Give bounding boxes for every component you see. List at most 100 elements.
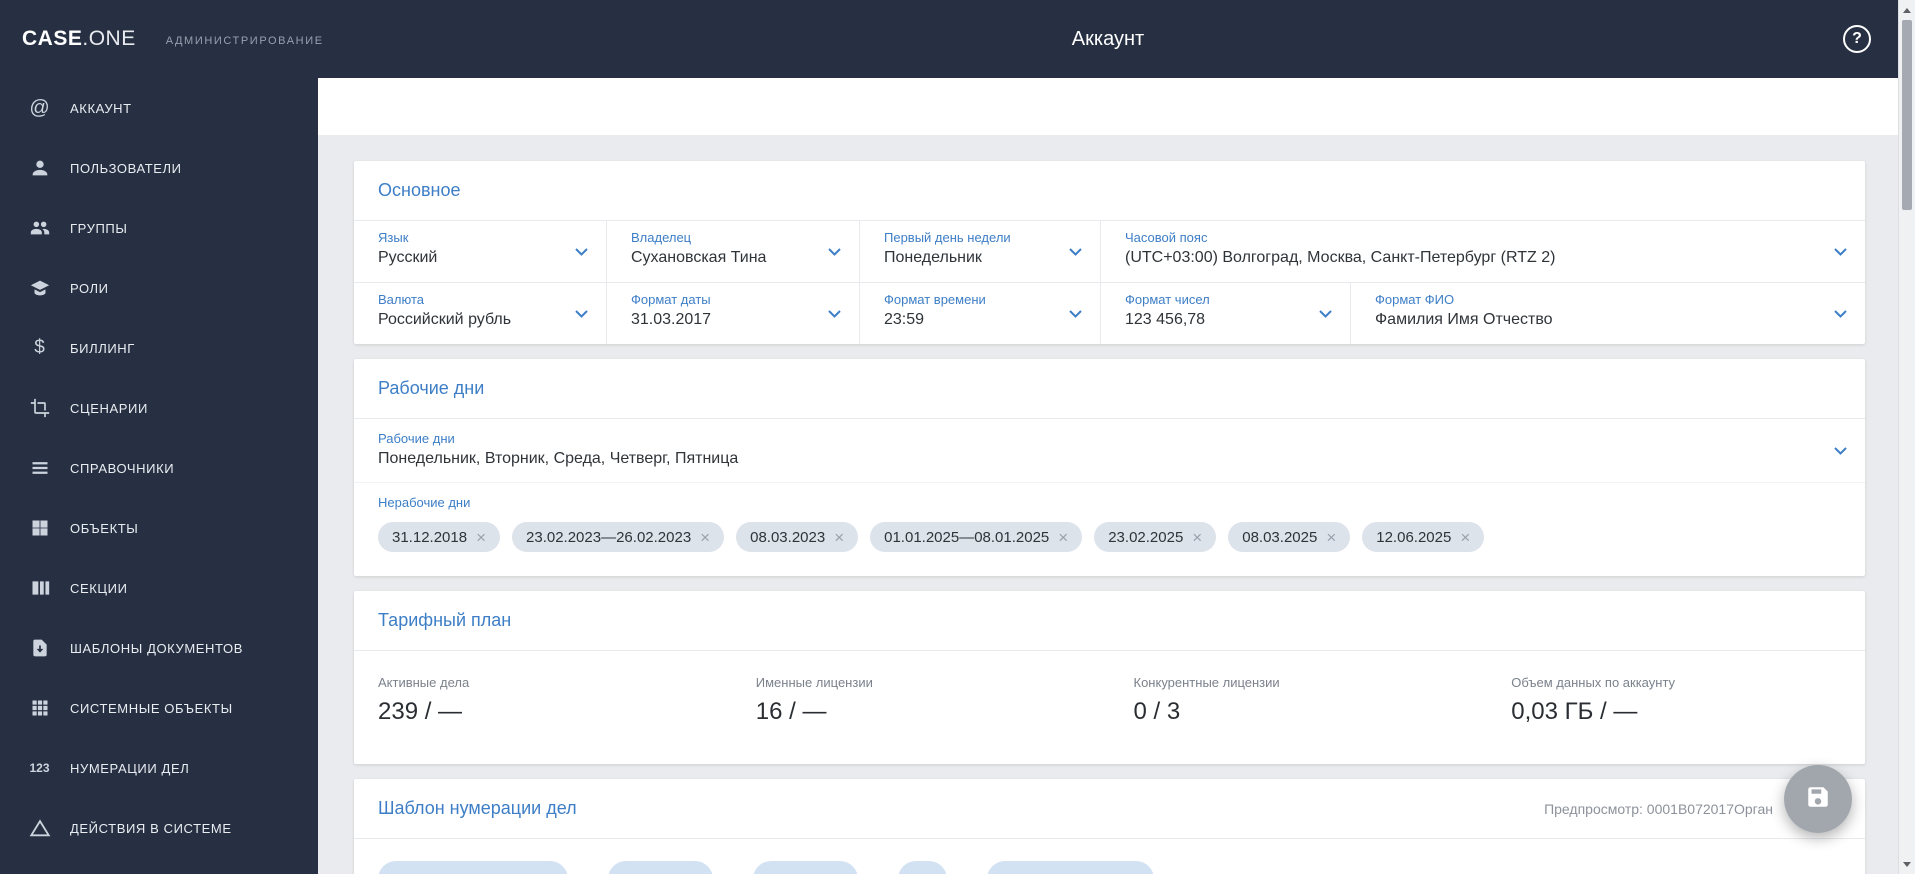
- currency-select[interactable]: Валюта Российский рубль: [354, 283, 607, 344]
- sidebar-item-sections[interactable]: СЕКЦИИ: [0, 558, 318, 618]
- field-label: Рабочие дни: [378, 431, 455, 446]
- chip-label: 31.12.2018: [392, 528, 468, 546]
- chevron-down-icon: [1069, 305, 1082, 323]
- sidebar-item-objects[interactable]: ОБЪЕКТЫ: [0, 498, 318, 558]
- working-days-card: Рабочие дни Рабочие дни Понедельник, Вто…: [354, 359, 1865, 576]
- crop-icon: [26, 396, 53, 420]
- scrollbar-down-arrow[interactable]: [1899, 856, 1915, 872]
- close-icon[interactable]: ×: [1192, 529, 1202, 546]
- field-value: 23:59: [884, 311, 925, 328]
- number-format-select[interactable]: Формат чисел 123 456,78: [1101, 283, 1351, 344]
- field-label: Формат времени: [884, 292, 986, 307]
- nonworking-day-chip: 08.03.2025 ×: [1228, 522, 1351, 552]
- stat-named-licenses: Именные лицензии 16 / —: [732, 675, 1110, 726]
- sidebar-item-scenarios[interactable]: СЦЕНАРИИ: [0, 378, 318, 438]
- stat-active-cases: Активные дела 239 / —: [354, 675, 732, 726]
- numbering-segment-chip[interactable]: [378, 861, 568, 874]
- numbering-segment-chip[interactable]: [753, 861, 858, 874]
- stat-value: 239 / —: [378, 698, 463, 725]
- stat-label: Именные лицензии: [755, 675, 873, 690]
- card-title-numbering: Шаблон нумерации дел: [378, 798, 577, 818]
- field-label: Формат чисел: [1125, 292, 1210, 307]
- sidebar-item-users[interactable]: ПОЛЬЗОВАТЕЛИ: [0, 138, 318, 198]
- nonworking-day-chip: 23.02.2025 ×: [1094, 522, 1217, 552]
- close-icon[interactable]: ×: [700, 529, 710, 546]
- sidebar-item-groups[interactable]: ГРУППЫ: [0, 198, 318, 258]
- sidebar-item-label: ОБЪЕКТЫ: [70, 520, 139, 536]
- field-label: Формат ФИО: [1375, 292, 1455, 307]
- chevron-down-icon: [828, 243, 841, 261]
- user-icon: [26, 156, 53, 180]
- timezone-select[interactable]: Часовой пояс (UTC+03:00) Волгоград, Моск…: [1101, 221, 1865, 282]
- save-button[interactable]: [1784, 765, 1852, 833]
- sidebar-item-label: СПРАВОЧНИКИ: [70, 460, 175, 476]
- sidebar-item-system-actions[interactable]: ДЕЙСТВИЯ В СИСТЕМЕ: [0, 798, 318, 858]
- name-format-select[interactable]: Формат ФИО Фамилия Имя Отчество: [1351, 283, 1865, 344]
- numbering-segment-chip[interactable]: [987, 861, 1154, 874]
- sidebar: @ АККАУНТ ПОЛЬЗОВАТЕЛИ ГРУППЫ РОЛИ $ БИЛ…: [0, 78, 318, 874]
- numbering-segment-chip[interactable]: [898, 861, 947, 874]
- time-format-select[interactable]: Формат времени 23:59: [860, 283, 1101, 344]
- numbers-icon: 123: [29, 761, 50, 775]
- close-icon[interactable]: ×: [1326, 529, 1336, 546]
- chevron-down-icon: [575, 305, 588, 323]
- chevron-down-icon: [828, 305, 841, 323]
- sidebar-item-label: РОЛИ: [70, 280, 109, 296]
- language-select[interactable]: Язык Русский: [354, 221, 607, 282]
- sidebar-item-label: СИСТЕМНЫЕ ОБЪЕКТЫ: [70, 700, 233, 716]
- dollar-icon: $: [34, 337, 45, 358]
- sidebar-item-roles[interactable]: РОЛИ: [0, 258, 318, 318]
- sidebar-item-case-numbering[interactable]: 123 НУМЕРАЦИИ ДЕЛ: [0, 738, 318, 798]
- nonworking-days-section: Нерабочие дни 31.12.2018 × 23.02.2023—26.…: [354, 483, 1865, 576]
- sidebar-item-account[interactable]: @ АККАУНТ: [0, 78, 318, 138]
- date-format-select[interactable]: Формат даты 31.03.2017: [607, 283, 860, 344]
- sidebar-item-system-objects[interactable]: СИСТЕМНЫЕ ОБЪЕКТЫ: [0, 678, 318, 738]
- document-download-icon: [26, 636, 53, 660]
- stat-value: 0,03 ГБ / —: [1511, 698, 1638, 725]
- admin-section-label: АДМИНИСТРИРОВАНИЕ: [165, 34, 324, 47]
- field-value: Фамилия Имя Отчество: [1375, 311, 1553, 328]
- field-value: (UTC+03:00) Волгоград, Москва, Санкт-Пет…: [1125, 249, 1556, 266]
- sidebar-item-billing[interactable]: $ БИЛЛИНГ: [0, 318, 318, 378]
- first-day-of-week-select[interactable]: Первый день недели Понедельник: [860, 221, 1101, 282]
- close-icon[interactable]: ×: [476, 529, 486, 546]
- scrollbar[interactable]: [1898, 0, 1915, 874]
- field-value: 123 456,78: [1125, 311, 1206, 328]
- grid-2x2-icon: [26, 516, 53, 540]
- topbar: CASE.ONE АДМИНИСТРИРОВАНИЕ Аккаунт ?: [0, 0, 1915, 78]
- nonworking-day-chip: 08.03.2023 ×: [736, 522, 859, 552]
- help-button[interactable]: ?: [1843, 25, 1871, 53]
- sidebar-item-label: СЕКЦИИ: [70, 580, 128, 596]
- scrollbar-up-arrow[interactable]: [1899, 2, 1915, 18]
- scrollbar-thumb[interactable]: [1902, 20, 1912, 210]
- list-icon: [26, 456, 53, 480]
- grid-3x3-icon: [26, 696, 53, 720]
- chevron-down-icon: [1069, 243, 1082, 261]
- app-logo[interactable]: CASE.ONE: [22, 27, 136, 51]
- close-icon[interactable]: ×: [1460, 529, 1470, 546]
- chevron-down-icon: [1834, 243, 1847, 261]
- close-icon[interactable]: ×: [1058, 529, 1068, 546]
- close-icon[interactable]: ×: [834, 529, 844, 546]
- chevron-down-icon: [1834, 305, 1847, 323]
- sidebar-item-directories[interactable]: СПРАВОЧНИКИ: [0, 438, 318, 498]
- logo-text-primary: CASE: [22, 27, 83, 50]
- field-value: Сухановская Тина: [631, 249, 767, 266]
- field-label: Владелец: [631, 230, 692, 245]
- content-header-strip: [318, 78, 1898, 135]
- question-icon: ?: [1852, 30, 1862, 47]
- sidebar-item-label: СЦЕНАРИИ: [70, 400, 148, 416]
- sidebar-item-document-templates[interactable]: ШАБЛОНЫ ДОКУМЕНТОВ: [0, 618, 318, 678]
- sidebar-item-label: ГРУППЫ: [70, 220, 128, 236]
- at-icon: @: [29, 96, 50, 119]
- chip-label: 23.02.2023—26.02.2023: [526, 528, 692, 546]
- numbering-segment-chip[interactable]: [608, 861, 713, 874]
- field-value: Российский рубль: [378, 311, 512, 328]
- field-label: Формат даты: [631, 292, 711, 307]
- chip-label: 23.02.2025: [1108, 528, 1184, 546]
- nonworking-day-chip: 12.06.2025 ×: [1362, 522, 1485, 552]
- nonworking-day-chip: 23.02.2023—26.02.2023 ×: [512, 522, 725, 552]
- general-settings-card: Основное Язык Русский Владелец Сухановск…: [354, 161, 1865, 344]
- working-days-select[interactable]: Рабочие дни Понедельник, Вторник, Среда,…: [354, 419, 1865, 483]
- owner-select[interactable]: Владелец Сухановская Тина: [607, 221, 860, 282]
